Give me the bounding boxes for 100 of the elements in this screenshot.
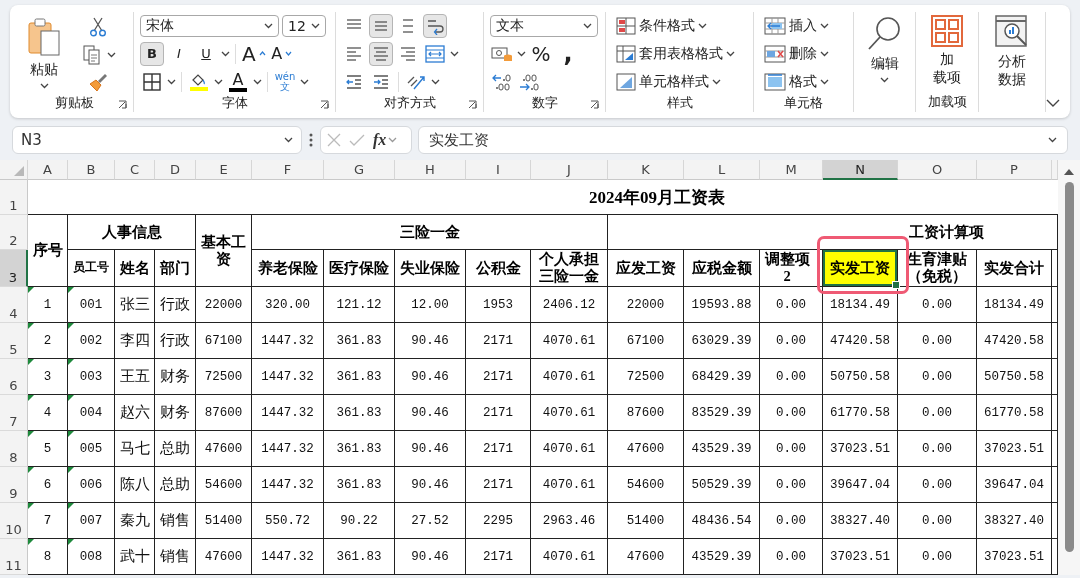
dialog-launcher-icon[interactable] xyxy=(118,100,127,109)
align-wrap-button[interactable] xyxy=(423,13,447,38)
align-middle-button[interactable] xyxy=(369,13,393,38)
caret-icon[interactable] xyxy=(167,78,176,85)
row-header[interactable]: 9 xyxy=(0,467,28,503)
column-header[interactable]: E xyxy=(196,160,252,180)
caret-icon[interactable] xyxy=(431,78,440,85)
caret-icon[interactable] xyxy=(107,51,116,58)
table-header-cell[interactable]: 实发合计 xyxy=(977,250,1052,287)
column-header[interactable]: D xyxy=(155,160,196,180)
fill-handle[interactable] xyxy=(892,281,900,289)
table-header-cell[interactable]: 失业保险 xyxy=(395,250,466,287)
table-header-cell[interactable]: 医疗保险 xyxy=(324,250,395,287)
italic-button[interactable]: I xyxy=(167,41,191,66)
row-header[interactable]: 11 xyxy=(0,539,28,575)
column-header[interactable]: K xyxy=(608,160,684,180)
grow-font-button[interactable]: A xyxy=(241,41,267,66)
row-header[interactable]: 8 xyxy=(0,431,28,467)
analyze-data-button[interactable]: 分析 数据 xyxy=(990,12,1034,91)
row-header[interactable]: 2 xyxy=(0,215,28,250)
caret-icon[interactable] xyxy=(264,22,273,29)
row-header[interactable]: 10 xyxy=(0,503,28,539)
caret-icon[interactable] xyxy=(820,50,829,57)
caret-icon[interactable] xyxy=(1048,137,1057,143)
font-color-button[interactable]: A xyxy=(226,69,250,94)
column-header[interactable]: N xyxy=(823,160,898,180)
row-header[interactable]: 6 xyxy=(0,359,28,395)
add-ins-button[interactable]: 加 载项 xyxy=(926,12,968,89)
caret-icon[interactable] xyxy=(214,78,223,85)
caret-icon[interactable] xyxy=(583,22,592,29)
column-header[interactable]: J xyxy=(531,160,608,180)
caret-icon[interactable] xyxy=(712,78,721,85)
row-header[interactable]: 4 xyxy=(0,287,28,323)
caret-icon[interactable] xyxy=(698,22,707,29)
comma-style-button[interactable]: , xyxy=(556,41,580,66)
column-header[interactable]: H xyxy=(395,160,466,180)
more-options-icon[interactable] xyxy=(308,132,314,148)
caret-icon[interactable] xyxy=(284,137,293,143)
scroll-up-arrow-icon[interactable] xyxy=(1063,168,1075,176)
conditional-formatting-button[interactable]: 条件格式 xyxy=(612,13,711,38)
delete-button[interactable]: 删除 xyxy=(760,41,833,66)
table-header-cell[interactable]: 应发工资 xyxy=(608,250,684,287)
column-header[interactable]: M xyxy=(760,160,823,180)
table-header-cell[interactable]: 养老保险 xyxy=(252,250,324,287)
row-header[interactable]: 3 xyxy=(0,250,28,287)
percent-button[interactable]: % xyxy=(529,41,553,66)
caret-icon[interactable] xyxy=(880,76,889,83)
caret-icon[interactable] xyxy=(300,78,309,85)
column-header[interactable]: F xyxy=(252,160,324,180)
font-size-dropdown[interactable]: 12 xyxy=(282,14,326,37)
name-box[interactable]: N3 xyxy=(12,126,302,154)
formula-input[interactable]: 实发工资 xyxy=(418,126,1068,154)
column-header[interactable]: L xyxy=(684,160,760,180)
table-header-cell[interactable]: 公积金 xyxy=(466,250,531,287)
check-icon[interactable] xyxy=(349,133,365,147)
caret-icon[interactable] xyxy=(450,50,459,57)
table-header-cell[interactable]: 姓名 xyxy=(115,250,155,287)
table-header-cell[interactable]: 应税金额 xyxy=(684,250,760,287)
caret-icon[interactable] xyxy=(820,22,829,29)
row-header[interactable]: 1 xyxy=(0,180,28,215)
caret-icon[interactable] xyxy=(221,50,230,57)
column-header[interactable]: C xyxy=(115,160,155,180)
column-header[interactable]: B xyxy=(68,160,115,180)
table-header-cell[interactable]: 个人承担三险一金 xyxy=(531,250,608,287)
format-button[interactable]: 格式 xyxy=(760,69,833,94)
cell-styles-button[interactable]: 单元格样式 xyxy=(612,69,725,94)
paste-button[interactable]: 粘贴 xyxy=(22,12,66,92)
bold-button[interactable]: B xyxy=(140,41,164,66)
dialog-launcher-icon[interactable] xyxy=(590,100,599,109)
editing-button[interactable]: 编辑 xyxy=(861,12,908,86)
underline-button[interactable]: U xyxy=(194,41,218,66)
row-header[interactable]: 7 xyxy=(0,395,28,431)
scrollbar-thumb[interactable] xyxy=(1064,182,1074,552)
column-header[interactable]: P xyxy=(977,160,1052,180)
column-header[interactable]: A xyxy=(28,160,68,180)
collapse-ribbon-icon[interactable] xyxy=(1046,99,1060,108)
font-name-dropdown[interactable]: 宋体 xyxy=(140,14,279,37)
phonetic-guide-button[interactable]: wén 文 xyxy=(273,69,297,94)
column-header[interactable]: O xyxy=(898,160,977,180)
caret-icon[interactable] xyxy=(253,78,262,85)
caret-icon[interactable] xyxy=(517,50,526,57)
shrink-font-button[interactable]: A xyxy=(269,41,294,66)
row-header[interactable]: 5 xyxy=(0,323,28,359)
caret-icon[interactable] xyxy=(726,50,735,57)
align-center-button[interactable] xyxy=(369,41,393,66)
column-header[interactable]: G xyxy=(324,160,395,180)
dialog-launcher-icon[interactable] xyxy=(468,100,477,109)
vertical-scrollbar[interactable] xyxy=(1058,160,1080,575)
insert-button[interactable]: 插入 xyxy=(760,13,833,38)
column-header[interactable]: I xyxy=(466,160,531,180)
caret-icon[interactable] xyxy=(311,22,320,29)
table-header-cell[interactable]: 员工号 xyxy=(68,250,115,287)
insert-function-button[interactable]: fx xyxy=(373,131,398,149)
table-header-cell[interactable]: 实发工资 xyxy=(823,250,898,287)
dialog-launcher-icon[interactable] xyxy=(320,100,329,109)
number-format-dropdown[interactable]: 文本 xyxy=(490,14,598,37)
caret-icon[interactable] xyxy=(820,78,829,85)
table-header-cell[interactable]: 部门 xyxy=(155,250,196,287)
format-as-table-button[interactable]: 套用表格格式 xyxy=(612,41,739,66)
caret-icon[interactable] xyxy=(39,82,49,89)
